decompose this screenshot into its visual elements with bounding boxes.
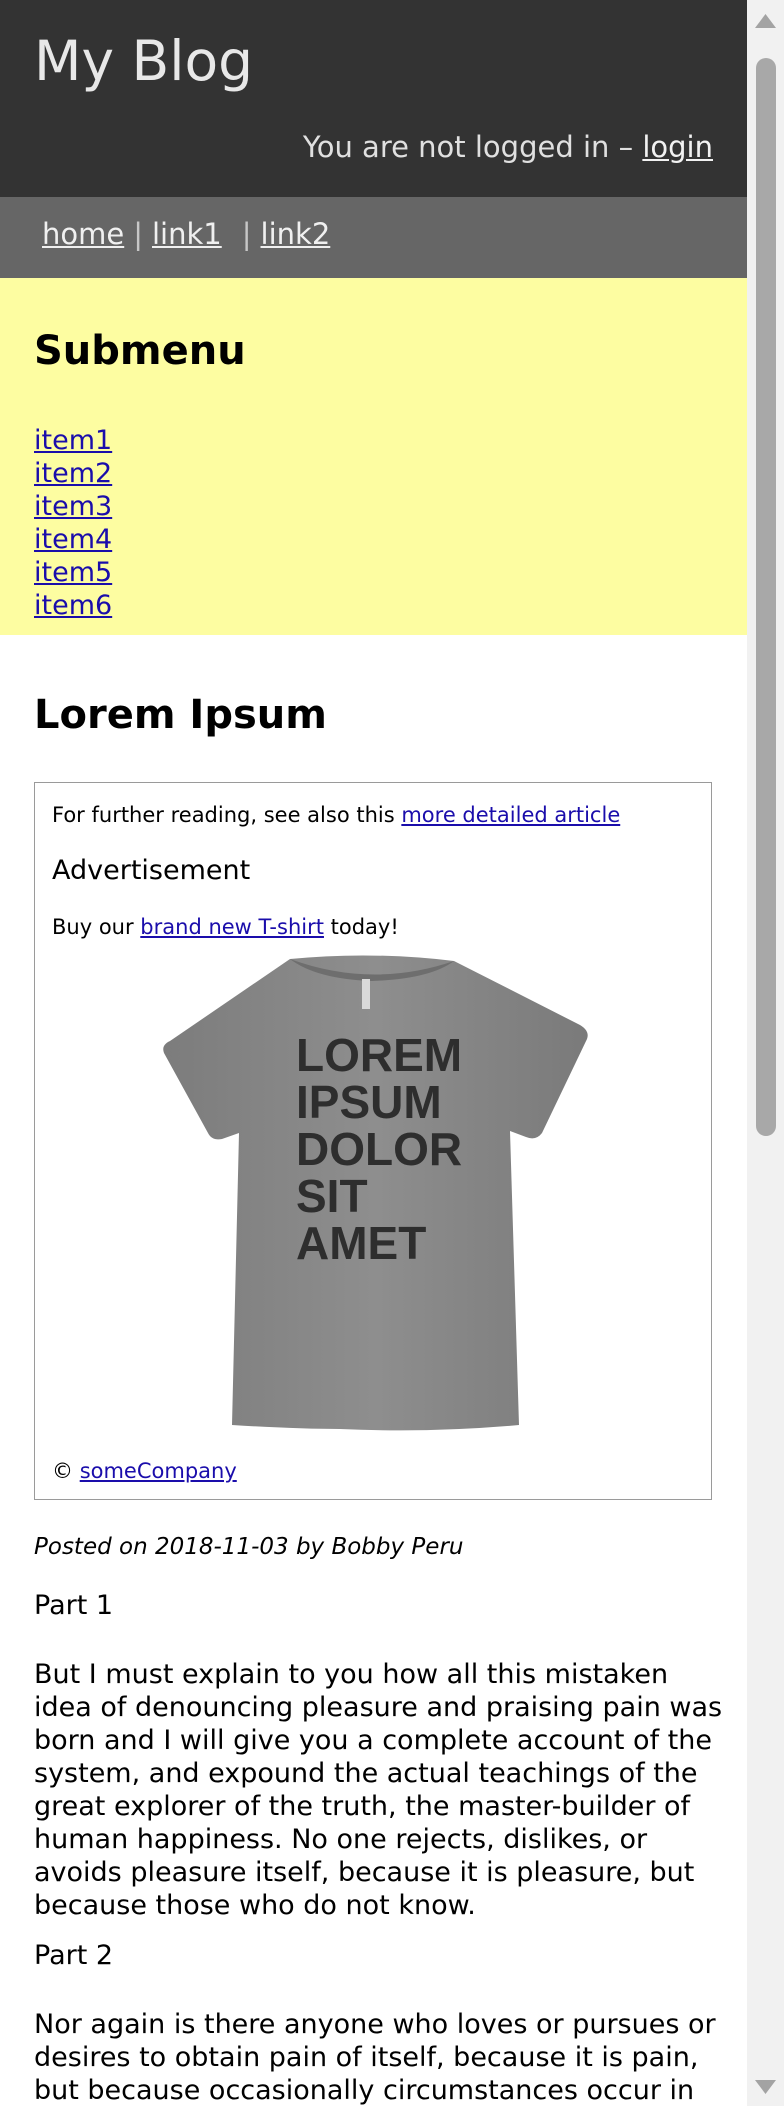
submenu-link-item6[interactable]: item6 <box>34 590 112 621</box>
submenu-item: item6 <box>34 589 112 622</box>
further-reading: For further reading, see also this more … <box>52 803 620 827</box>
company-link[interactable]: someCompany <box>80 1459 237 1483</box>
tshirt-image: LOREM IPSUM DOLOR SIT AMET <box>163 955 588 1431</box>
submenu-list: item1 item2 item3 item4 item5 item6 <box>34 424 112 622</box>
login-status: You are not logged in – login <box>303 130 713 164</box>
part-2-text: Nor again is there anyone who loves or p… <box>34 2009 716 2106</box>
submenu-item: item4 <box>34 523 112 556</box>
site-title: My Blog <box>34 29 254 93</box>
site-header: My Blog You are not logged in – login <box>0 0 747 197</box>
login-link[interactable]: login <box>642 130 713 164</box>
submenu-link-item1[interactable]: item1 <box>34 425 112 456</box>
tshirt-text-line: LOREM <box>296 1029 462 1081</box>
detailed-article-link[interactable]: more detailed article <box>401 803 620 827</box>
submenu-link-item3[interactable]: item3 <box>34 491 112 522</box>
tshirt-tag <box>362 979 370 1009</box>
scrollbar-thumb[interactable] <box>756 58 776 1136</box>
ad-text-suffix: today! <box>323 915 399 939</box>
ad-heading: Advertisement <box>52 855 251 886</box>
submenu: Submenu item1 item2 item3 item4 item5 it… <box>0 278 747 635</box>
tshirt-body <box>163 955 588 1431</box>
tshirt-text-line: SIT <box>296 1170 368 1222</box>
tshirt-link[interactable]: brand new T-shirt <box>140 915 324 939</box>
submenu-link-item5[interactable]: item5 <box>34 557 112 588</box>
submenu-item: item5 <box>34 556 112 589</box>
ad-text-prefix: Buy our <box>52 915 141 939</box>
post-byline: Posted on 2018-11-03 by Bobby Peru <box>34 1534 464 1560</box>
nav-link-link1[interactable]: link1 <box>152 217 222 251</box>
article-title: Lorem Ipsum <box>34 692 327 738</box>
vertical-scrollbar[interactable] <box>747 0 784 2106</box>
submenu-title: Submenu <box>34 328 246 374</box>
tshirt-text-line: AMET <box>296 1217 426 1269</box>
login-status-text: You are not logged in – <box>302 130 643 164</box>
copyright-symbol: © <box>52 1459 73 1483</box>
triangle-up-icon[interactable] <box>747 6 784 36</box>
nav-separator: | <box>133 217 143 251</box>
further-reading-text: For further reading, see also this <box>52 803 402 827</box>
submenu-link-item4[interactable]: item4 <box>34 524 112 555</box>
page: My Blog You are not logged in – login ho… <box>0 0 747 2106</box>
submenu-item: item2 <box>34 457 112 490</box>
nav-links: home | link1 | link2 <box>42 217 330 251</box>
ad-text: Buy our brand new T-shirt today! <box>52 915 399 939</box>
tshirt-text-line: IPSUM <box>296 1076 442 1128</box>
nav-link-link2[interactable]: link2 <box>261 217 331 251</box>
submenu-item: item1 <box>34 424 112 457</box>
submenu-link-item2[interactable]: item2 <box>34 458 112 489</box>
triangle-down-icon[interactable] <box>747 2072 784 2102</box>
submenu-item: item3 <box>34 490 112 523</box>
part-1-title: Part 1 <box>34 1590 114 1621</box>
nav-link-home[interactable]: home <box>42 217 124 251</box>
nav-separator: | <box>241 217 252 251</box>
part-2-title: Part 2 <box>34 1940 114 1971</box>
article: Lorem Ipsum For further reading, see als… <box>34 692 722 2106</box>
part-1-text: But I must explain to you how all this m… <box>34 1659 723 1921</box>
main-nav: home | link1 | link2 <box>0 197 747 278</box>
sidebar-box: For further reading, see also this more … <box>34 782 712 1500</box>
tshirt-text-line: DOLOR <box>296 1123 462 1175</box>
image-credit: © someCompany <box>52 1459 237 1483</box>
